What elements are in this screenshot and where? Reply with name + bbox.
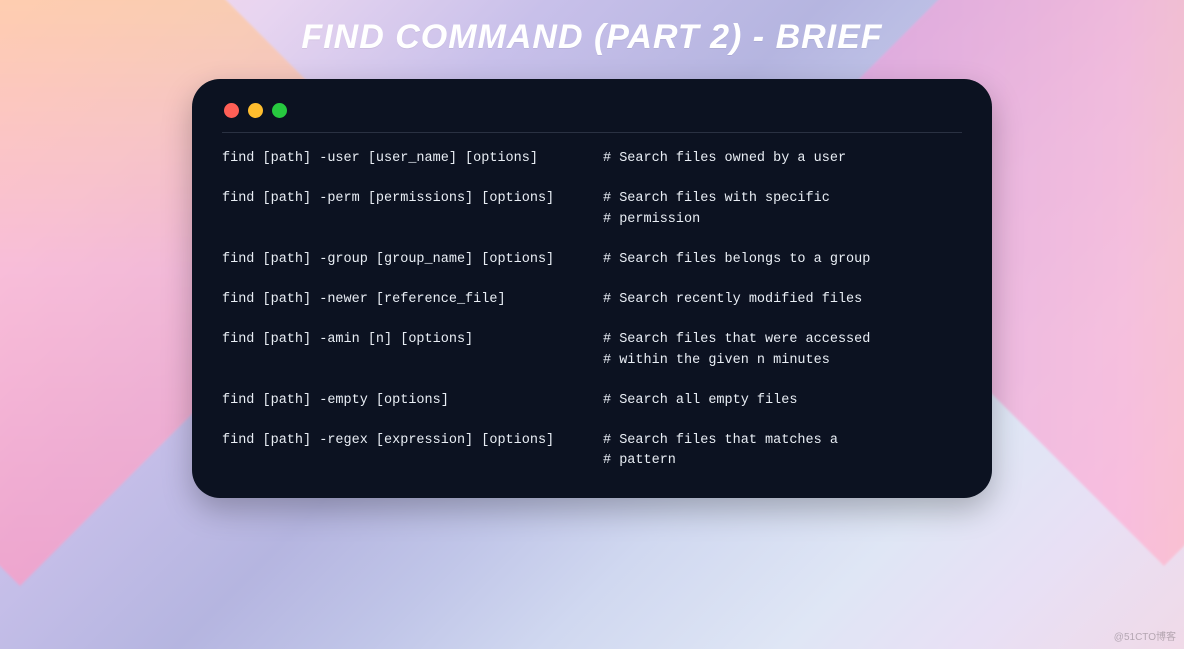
command-comment: # within the given n minutes: [603, 351, 962, 371]
command-text-cont: [222, 210, 581, 230]
command-text: find [path] -amin [n] [options]: [222, 330, 581, 350]
row-spacer: [222, 411, 962, 431]
command-text: find [path] -perm [permissions] [options…: [222, 189, 581, 209]
divider: [222, 132, 962, 133]
command-comment: # Search files with specific: [603, 189, 962, 209]
command-comment: # Search files belongs to a group: [603, 250, 962, 270]
command-text: find [path] -regex [expression] [options…: [222, 431, 581, 451]
row-spacer: [222, 270, 962, 290]
maximize-icon: [272, 103, 287, 118]
command-comment: # Search files owned by a user: [603, 149, 962, 169]
command-text-cont: [222, 451, 581, 471]
window-controls: [222, 99, 962, 132]
command-comment: # Search recently modified files: [603, 290, 962, 310]
minimize-icon: [248, 103, 263, 118]
command-comment: # Search files that were accessed: [603, 330, 962, 350]
row-spacer: [222, 371, 962, 391]
watermark: @51CTO博客: [1114, 628, 1176, 643]
terminal-window: find [path] -user [user_name] [options] #…: [192, 79, 992, 498]
command-comment: # permission: [603, 210, 962, 230]
row-spacer: [222, 230, 962, 250]
command-text: find [path] -empty [options]: [222, 391, 581, 411]
page-title: FIND COMMAND (PART 2) - BRIEF: [0, 0, 1184, 57]
row-spacer: [222, 310, 962, 330]
command-text: find [path] -newer [reference_file]: [222, 290, 581, 310]
code-block: find [path] -user [user_name] [options] #…: [222, 149, 962, 472]
close-icon: [224, 103, 239, 118]
row-spacer: [222, 169, 962, 189]
command-text: find [path] -group [group_name] [options…: [222, 250, 581, 270]
command-comment: # Search all empty files: [603, 391, 962, 411]
command-comment: # pattern: [603, 451, 962, 471]
command-text: find [path] -user [user_name] [options]: [222, 149, 581, 169]
command-text-cont: [222, 351, 581, 371]
command-comment: # Search files that matches a: [603, 431, 962, 451]
